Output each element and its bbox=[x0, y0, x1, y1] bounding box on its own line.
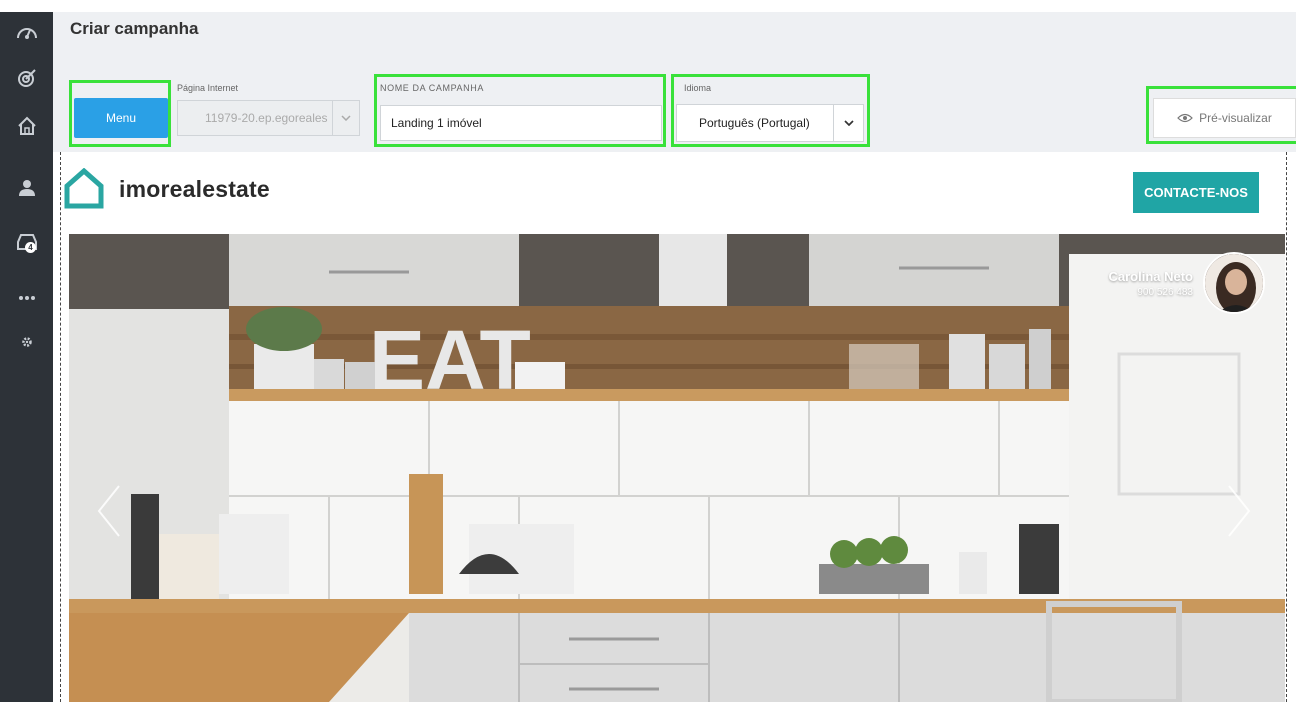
preview-label: Pré-visualizar bbox=[1199, 111, 1272, 125]
home-icon bbox=[17, 116, 36, 135]
chevron-down-icon bbox=[833, 105, 863, 141]
top-strip bbox=[0, 0, 1296, 12]
idioma-value: Português (Portugal) bbox=[699, 116, 810, 130]
menu-button[interactable]: Menu bbox=[74, 98, 168, 138]
sidebar-item-settings[interactable] bbox=[0, 322, 53, 362]
sidebar-item-home[interactable] bbox=[0, 106, 53, 146]
chevron-down-icon bbox=[332, 101, 359, 135]
dashboard-gauge-icon bbox=[16, 28, 37, 39]
more-dots-icon bbox=[18, 296, 35, 300]
inbox-badge: 4 bbox=[25, 242, 36, 253]
contact-us-button[interactable]: CONTACTE-NOS bbox=[1133, 172, 1259, 213]
pagina-internet-select[interactable]: 11979-20.ep.egoreales bbox=[177, 100, 360, 136]
campaign-header: Criar campanha Menu Página Internet 1197… bbox=[53, 12, 1296, 152]
pagina-internet-value: 11979-20.ep.egoreales bbox=[205, 111, 328, 125]
idioma-label: Idioma bbox=[684, 83, 712, 93]
landing-preview: imorealestate CONTACTE-NOS EAT Carolina … bbox=[53, 152, 1296, 702]
preview-button[interactable]: Pré-visualizar bbox=[1153, 98, 1296, 138]
user-icon bbox=[18, 180, 35, 196]
sidebar-item-more[interactable] bbox=[0, 278, 53, 318]
sidebar-item-dashboard[interactable] bbox=[0, 12, 53, 52]
brand-name: imorealestate bbox=[119, 175, 270, 202]
carousel-prev-arrow[interactable] bbox=[97, 484, 121, 543]
campaign-name-value: Landing 1 imóvel bbox=[391, 116, 482, 130]
canvas-guide-right bbox=[1286, 152, 1287, 702]
chevron-right-icon bbox=[1228, 485, 1251, 537]
hero-image: EAT Carolina Neto 900 526 483 bbox=[69, 234, 1285, 702]
idioma-select[interactable]: Português (Portugal) bbox=[676, 104, 864, 142]
brand-logo[interactable]: imorealestate bbox=[63, 168, 270, 210]
house-logo-icon bbox=[64, 168, 104, 209]
eat-sign: EAT bbox=[369, 313, 531, 407]
eye-icon bbox=[1177, 113, 1194, 123]
avatar bbox=[1203, 252, 1265, 314]
sidebar-item-campaigns[interactable] bbox=[0, 58, 53, 98]
gear-icon bbox=[21, 337, 32, 347]
campaign-name-input[interactable]: Landing 1 imóvel bbox=[380, 105, 662, 141]
sidebar-item-inbox[interactable]: 4 bbox=[0, 222, 53, 262]
carousel-next-arrow[interactable] bbox=[1227, 484, 1251, 543]
page-title: Criar campanha bbox=[70, 19, 199, 38]
agent-name: Carolina Neto bbox=[1108, 268, 1193, 284]
agent-phone: 900 526 483 bbox=[1137, 286, 1193, 298]
agent-card: Carolina Neto 900 526 483 bbox=[1108, 252, 1265, 314]
campaign-name-label: NOME DA CAMPANHA bbox=[380, 83, 484, 93]
sidebar: 4 bbox=[0, 12, 53, 702]
canvas-guide-left bbox=[60, 152, 61, 702]
chevron-left-icon bbox=[97, 485, 120, 537]
sidebar-item-contacts[interactable] bbox=[0, 168, 53, 208]
pagina-internet-label: Página Internet bbox=[177, 83, 239, 93]
kitchen-photo: EAT bbox=[69, 234, 1285, 702]
target-icon bbox=[17, 69, 36, 87]
